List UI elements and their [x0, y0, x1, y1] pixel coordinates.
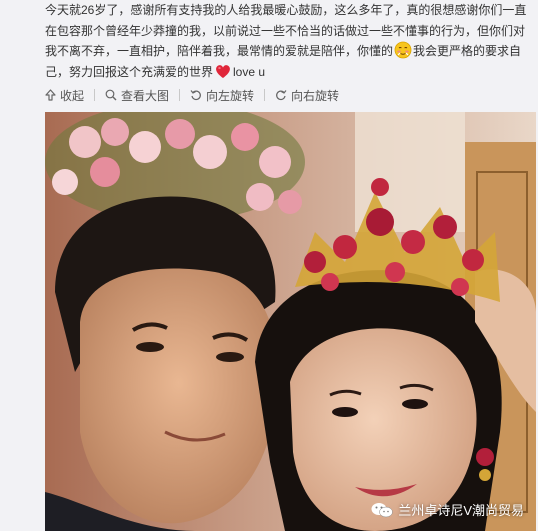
- rotate-left-label: 向左旋转: [206, 88, 255, 103]
- woman-right-eye: [402, 399, 428, 409]
- toolbar-divider: [94, 89, 96, 101]
- red-heart-icon: [216, 64, 230, 78]
- rotate-right-button[interactable]: 向右旋转: [275, 87, 339, 104]
- collapse-label: 收起: [60, 88, 85, 103]
- toolbar-divider: [264, 89, 266, 101]
- rotate-right-label: 向右旋转: [291, 88, 340, 103]
- man-right-eye: [216, 352, 244, 362]
- toolbar-divider: [179, 89, 181, 101]
- woman-earring: [476, 448, 494, 466]
- photo-illustration: [45, 112, 536, 531]
- arrow-up-icon: [45, 89, 56, 101]
- watermark-text: 兰州卓诗尼V潮尚贸易: [398, 503, 524, 518]
- man-left-eye: [136, 342, 164, 352]
- view-large-label: 查看大图: [121, 88, 170, 103]
- collapse-button[interactable]: 收起: [45, 87, 84, 104]
- rotate-right-icon: [276, 90, 287, 101]
- woman-left-eye: [332, 407, 358, 417]
- view-large-button[interactable]: 查看大图: [105, 87, 169, 104]
- image-toolbar: 收起 查看大图 向左旋转 向右旋转: [45, 86, 363, 104]
- post-text: 今天就26岁了，感谢所有支持我的人给我最暖心鼓励，这么多年了，真的很想感谢你们一…: [45, 0, 527, 82]
- wechat-icon: [371, 502, 394, 517]
- post-text-part3: love u: [233, 64, 266, 79]
- rotate-left-button[interactable]: 向左旋转: [190, 87, 254, 104]
- magnifier-icon: [105, 89, 117, 101]
- post-photo[interactable]: 兰州卓诗尼V潮尚贸易: [45, 112, 536, 531]
- shy-face-emoji-icon: [394, 41, 412, 59]
- photo-watermark: 兰州卓诗尼V潮尚贸易: [371, 500, 524, 519]
- rotate-left-icon: [190, 90, 201, 101]
